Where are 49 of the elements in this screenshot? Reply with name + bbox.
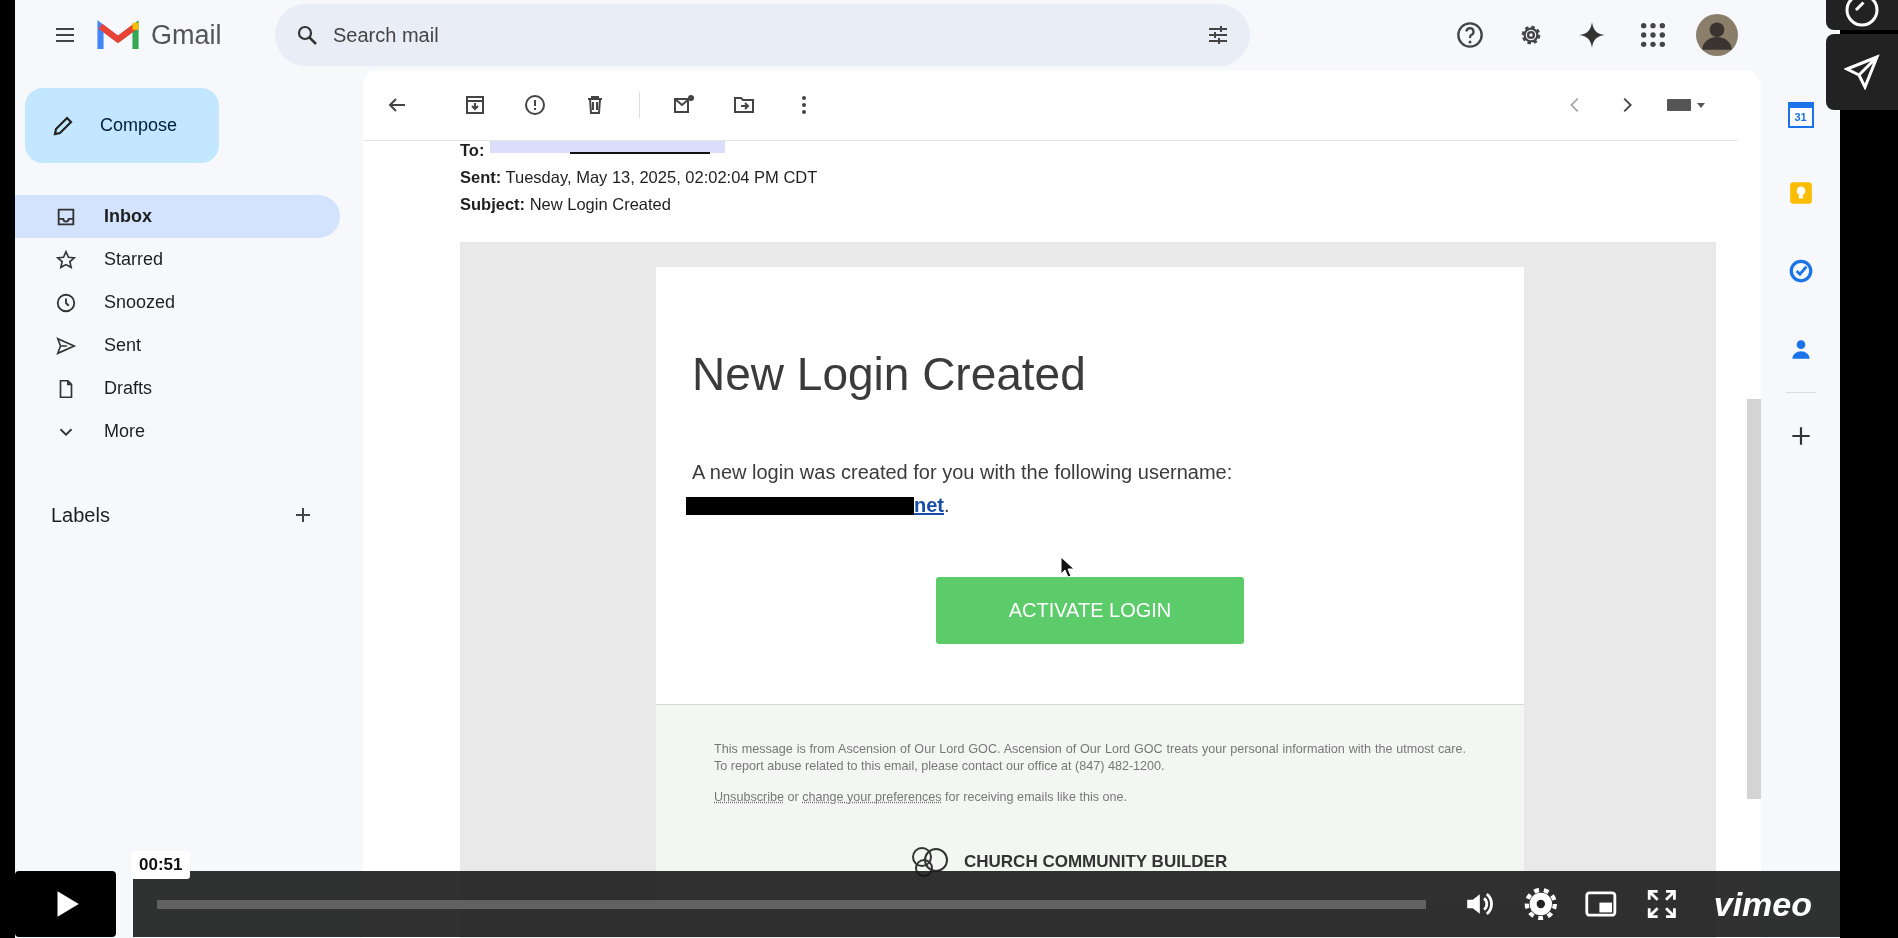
product-name: Gmail [151, 19, 223, 51]
avatar[interactable] [1696, 14, 1738, 56]
compose-button[interactable]: Compose [25, 88, 219, 163]
envelope-logo-icon[interactable] [97, 19, 139, 51]
calendar-icon[interactable]: 31 [1787, 102, 1814, 128]
tasks-icon[interactable] [1787, 258, 1814, 284]
star-icon[interactable] [55, 248, 77, 271]
time-tooltip: 00:51 [131, 851, 191, 879]
send-icon[interactable] [55, 334, 77, 357]
archive-icon[interactable] [463, 93, 487, 117]
email-header-line: Subject: New Login Created [460, 195, 672, 214]
nav-item[interactable]: Snoozed [15, 281, 340, 324]
preferences-line: Unsubscribe or change your preferences for receiving emails like this one. [714, 789, 1129, 806]
email-header-line: Sent: Tuesday, May 13, 2025, 02:02:04 PM CDT [460, 168, 819, 187]
search-icon[interactable] [295, 23, 319, 47]
email-text: A new login was created for you with the following username: [692, 461, 1234, 484]
share-button[interactable] [1826, 34, 1898, 110]
footer-notice: This message is from Ascension of Our Lord GOC. Ascension of Our Lord GOC treats your personal information with the utmost care. To report abuse related to this email, please contact our office at (847) 482-1200. [714, 741, 1466, 775]
nav-item[interactable]: More [15, 410, 340, 453]
play-button[interactable] [15, 871, 116, 937]
settings-icon[interactable] [1523, 886, 1558, 922]
scrollbar-thumb[interactable] [1747, 399, 1761, 799]
nav-item[interactable]: Sent [15, 324, 340, 367]
report-icon[interactable] [523, 93, 547, 117]
clock-icon[interactable] [1844, 0, 1880, 28]
sparkle-icon[interactable] [1578, 21, 1606, 49]
filter-icon[interactable] [1206, 23, 1230, 47]
search-field[interactable]: Search mail [331, 22, 1194, 48]
nav-item[interactable]: Starred [15, 238, 340, 281]
brand-name: CHURCH COMMUNITY BUILDER [964, 852, 1228, 872]
cursor-icon [1060, 556, 1074, 578]
search-bar[interactable]: Search mail [275, 4, 1250, 66]
progress-track[interactable] [157, 899, 1427, 909]
email-header-line: To: [460, 141, 1717, 160]
labels-heading: Labels [51, 503, 110, 527]
unsubscribe-link[interactable]: Unsubscribe [714, 790, 784, 804]
apps-icon[interactable] [1639, 21, 1667, 49]
nav-item[interactable]: Drafts [15, 367, 340, 410]
history-button[interactable] [1826, 0, 1898, 30]
vimeo-logo[interactable]: vimeo [1713, 884, 1812, 924]
clock-icon[interactable] [55, 291, 77, 314]
preferences-link[interactable]: change your preferences [802, 790, 942, 804]
email-title: New Login Created [692, 347, 1087, 401]
username-link[interactable]: net [914, 494, 944, 517]
paper-plane-icon[interactable] [1844, 54, 1880, 90]
keyboard-icon[interactable] [1666, 97, 1706, 113]
username-line: net. [692, 494, 1488, 517]
nav-item[interactable]: Inbox [15, 195, 340, 238]
help-icon[interactable] [1456, 21, 1484, 49]
